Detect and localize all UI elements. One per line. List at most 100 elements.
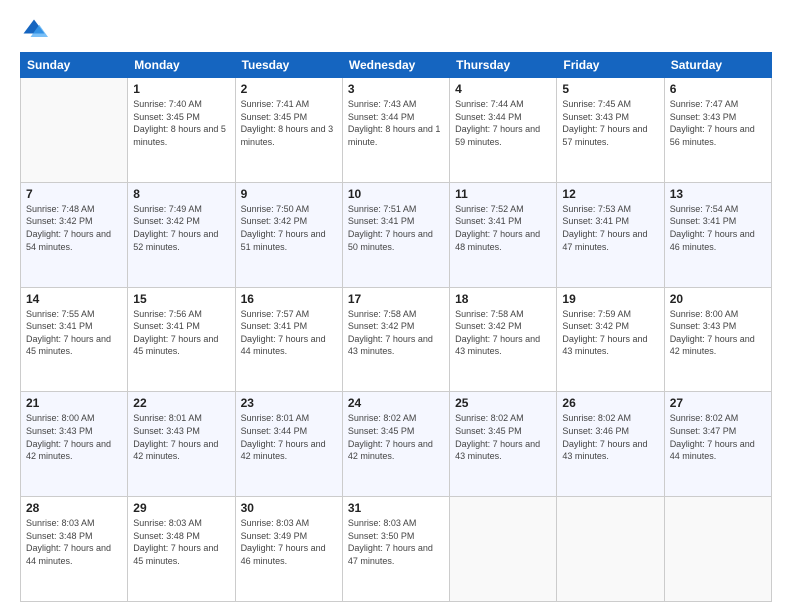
day-number: 17 bbox=[348, 292, 444, 306]
day-number: 15 bbox=[133, 292, 229, 306]
day-number: 13 bbox=[670, 187, 766, 201]
day-info: Sunrise: 7:58 AMSunset: 3:42 PMDaylight:… bbox=[348, 308, 444, 358]
day-info: Sunrise: 7:48 AMSunset: 3:42 PMDaylight:… bbox=[26, 203, 122, 253]
day-info: Sunrise: 8:02 AMSunset: 3:45 PMDaylight:… bbox=[348, 412, 444, 462]
day-number: 18 bbox=[455, 292, 551, 306]
day-number: 8 bbox=[133, 187, 229, 201]
day-info: Sunrise: 7:57 AMSunset: 3:41 PMDaylight:… bbox=[241, 308, 337, 358]
calendar-cell: 10 Sunrise: 7:51 AMSunset: 3:41 PMDayligh… bbox=[342, 182, 449, 287]
calendar-cell: 12 Sunrise: 7:53 AMSunset: 3:41 PMDayligh… bbox=[557, 182, 664, 287]
day-info: Sunrise: 8:00 AMSunset: 3:43 PMDaylight:… bbox=[670, 308, 766, 358]
day-number: 12 bbox=[562, 187, 658, 201]
calendar-cell bbox=[21, 78, 128, 183]
day-number: 6 bbox=[670, 82, 766, 96]
day-header: Tuesday bbox=[235, 53, 342, 78]
calendar-cell: 11Sunrise: 7:52 AMSunset: 3:41 PMDayligh… bbox=[450, 182, 557, 287]
calendar-table: SundayMondayTuesdayWednesdayThursdayFrid… bbox=[20, 52, 772, 602]
calendar-cell: 6 Sunrise: 7:47 AMSunset: 3:43 PMDaylight… bbox=[664, 78, 771, 183]
day-number: 20 bbox=[670, 292, 766, 306]
day-number: 30 bbox=[241, 501, 337, 515]
day-number: 22 bbox=[133, 396, 229, 410]
calendar-cell: 21Sunrise: 8:00 AMSunset: 3:43 PMDayligh… bbox=[21, 392, 128, 497]
day-header: Thursday bbox=[450, 53, 557, 78]
calendar-week-row: 28 Sunrise: 8:03 AMSunset: 3:48 PMDayligh… bbox=[21, 497, 772, 602]
day-info: Sunrise: 8:02 AMSunset: 3:46 PMDaylight:… bbox=[562, 412, 658, 462]
logo-icon bbox=[20, 16, 48, 44]
calendar-cell: 25 Sunrise: 8:02 AMSunset: 3:45 PMDayligh… bbox=[450, 392, 557, 497]
calendar-cell bbox=[664, 497, 771, 602]
day-number: 19 bbox=[562, 292, 658, 306]
day-info: Sunrise: 8:03 AMSunset: 3:48 PMDaylight:… bbox=[26, 517, 122, 567]
calendar-week-row: 7 Sunrise: 7:48 AMSunset: 3:42 PMDaylight… bbox=[21, 182, 772, 287]
day-info: Sunrise: 7:56 AMSunset: 3:41 PMDaylight:… bbox=[133, 308, 229, 358]
page: SundayMondayTuesdayWednesdayThursdayFrid… bbox=[0, 0, 792, 612]
calendar-cell: 20 Sunrise: 8:00 AMSunset: 3:43 PMDayligh… bbox=[664, 287, 771, 392]
day-number: 16 bbox=[241, 292, 337, 306]
day-number: 14 bbox=[26, 292, 122, 306]
calendar-cell: 1Sunrise: 7:40 AMSunset: 3:45 PMDaylight… bbox=[128, 78, 235, 183]
day-number: 25 bbox=[455, 396, 551, 410]
day-info: Sunrise: 7:49 AMSunset: 3:42 PMDaylight:… bbox=[133, 203, 229, 253]
day-info: Sunrise: 8:03 AMSunset: 3:48 PMDaylight:… bbox=[133, 517, 229, 567]
day-info: Sunrise: 8:02 AMSunset: 3:45 PMDaylight:… bbox=[455, 412, 551, 462]
calendar-cell: 14 Sunrise: 7:55 AMSunset: 3:41 PMDayligh… bbox=[21, 287, 128, 392]
day-number: 31 bbox=[348, 501, 444, 515]
day-number: 7 bbox=[26, 187, 122, 201]
day-info: Sunrise: 7:50 AMSunset: 3:42 PMDaylight:… bbox=[241, 203, 337, 253]
day-info: Sunrise: 8:01 AMSunset: 3:44 PMDaylight:… bbox=[241, 412, 337, 462]
calendar-cell: 8 Sunrise: 7:49 AMSunset: 3:42 PMDaylight… bbox=[128, 182, 235, 287]
day-number: 10 bbox=[348, 187, 444, 201]
calendar-cell: 9 Sunrise: 7:50 AMSunset: 3:42 PMDaylight… bbox=[235, 182, 342, 287]
day-info: Sunrise: 7:53 AMSunset: 3:41 PMDaylight:… bbox=[562, 203, 658, 253]
day-info: Sunrise: 8:01 AMSunset: 3:43 PMDaylight:… bbox=[133, 412, 229, 462]
day-number: 24 bbox=[348, 396, 444, 410]
day-number: 3 bbox=[348, 82, 444, 96]
calendar-week-row: 1Sunrise: 7:40 AMSunset: 3:45 PMDaylight… bbox=[21, 78, 772, 183]
day-header: Wednesday bbox=[342, 53, 449, 78]
calendar-cell: 29 Sunrise: 8:03 AMSunset: 3:48 PMDayligh… bbox=[128, 497, 235, 602]
calendar-cell: 28 Sunrise: 8:03 AMSunset: 3:48 PMDayligh… bbox=[21, 497, 128, 602]
day-number: 4 bbox=[455, 82, 551, 96]
day-number: 27 bbox=[670, 396, 766, 410]
day-number: 9 bbox=[241, 187, 337, 201]
day-info: Sunrise: 8:02 AMSunset: 3:47 PMDaylight:… bbox=[670, 412, 766, 462]
calendar-cell: 7 Sunrise: 7:48 AMSunset: 3:42 PMDaylight… bbox=[21, 182, 128, 287]
calendar-cell bbox=[557, 497, 664, 602]
day-number: 21 bbox=[26, 396, 122, 410]
calendar-cell: 22 Sunrise: 8:01 AMSunset: 3:43 PMDayligh… bbox=[128, 392, 235, 497]
day-info: Sunrise: 7:59 AMSunset: 3:42 PMDaylight:… bbox=[562, 308, 658, 358]
day-number: 29 bbox=[133, 501, 229, 515]
calendar-cell bbox=[450, 497, 557, 602]
day-info: Sunrise: 7:44 AMSunset: 3:44 PMDaylight:… bbox=[455, 98, 551, 148]
day-info: Sunrise: 7:54 AMSunset: 3:41 PMDaylight:… bbox=[670, 203, 766, 253]
day-number: 23 bbox=[241, 396, 337, 410]
calendar-cell: 17 Sunrise: 7:58 AMSunset: 3:42 PMDayligh… bbox=[342, 287, 449, 392]
day-header: Friday bbox=[557, 53, 664, 78]
calendar-week-row: 14 Sunrise: 7:55 AMSunset: 3:41 PMDayligh… bbox=[21, 287, 772, 392]
day-info: Sunrise: 7:51 AMSunset: 3:41 PMDaylight:… bbox=[348, 203, 444, 253]
calendar-week-row: 21Sunrise: 8:00 AMSunset: 3:43 PMDayligh… bbox=[21, 392, 772, 497]
day-info: Sunrise: 7:47 AMSunset: 3:43 PMDaylight:… bbox=[670, 98, 766, 148]
calendar-cell: 4 Sunrise: 7:44 AMSunset: 3:44 PMDaylight… bbox=[450, 78, 557, 183]
day-info: Sunrise: 7:52 AMSunset: 3:41 PMDaylight:… bbox=[455, 203, 551, 253]
day-info: Sunrise: 7:43 AMSunset: 3:44 PMDaylight:… bbox=[348, 98, 444, 148]
calendar-cell: 2 Sunrise: 7:41 AMSunset: 3:45 PMDaylight… bbox=[235, 78, 342, 183]
day-number: 26 bbox=[562, 396, 658, 410]
day-info: Sunrise: 7:45 AMSunset: 3:43 PMDaylight:… bbox=[562, 98, 658, 148]
calendar-cell: 31Sunrise: 8:03 AMSunset: 3:50 PMDayligh… bbox=[342, 497, 449, 602]
calendar-cell: 26 Sunrise: 8:02 AMSunset: 3:46 PMDayligh… bbox=[557, 392, 664, 497]
calendar-cell: 24 Sunrise: 8:02 AMSunset: 3:45 PMDayligh… bbox=[342, 392, 449, 497]
day-number: 2 bbox=[241, 82, 337, 96]
day-info: Sunrise: 8:03 AMSunset: 3:49 PMDaylight:… bbox=[241, 517, 337, 567]
calendar-cell: 3 Sunrise: 7:43 AMSunset: 3:44 PMDaylight… bbox=[342, 78, 449, 183]
day-info: Sunrise: 7:58 AMSunset: 3:42 PMDaylight:… bbox=[455, 308, 551, 358]
calendar-cell: 13 Sunrise: 7:54 AMSunset: 3:41 PMDayligh… bbox=[664, 182, 771, 287]
day-header: Sunday bbox=[21, 53, 128, 78]
calendar-cell: 27 Sunrise: 8:02 AMSunset: 3:47 PMDayligh… bbox=[664, 392, 771, 497]
calendar-cell: 16 Sunrise: 7:57 AMSunset: 3:41 PMDayligh… bbox=[235, 287, 342, 392]
calendar-cell: 18 Sunrise: 7:58 AMSunset: 3:42 PMDayligh… bbox=[450, 287, 557, 392]
day-info: Sunrise: 7:55 AMSunset: 3:41 PMDaylight:… bbox=[26, 308, 122, 358]
day-info: Sunrise: 7:41 AMSunset: 3:45 PMDaylight:… bbox=[241, 98, 337, 148]
calendar-cell: 23 Sunrise: 8:01 AMSunset: 3:44 PMDayligh… bbox=[235, 392, 342, 497]
day-number: 28 bbox=[26, 501, 122, 515]
